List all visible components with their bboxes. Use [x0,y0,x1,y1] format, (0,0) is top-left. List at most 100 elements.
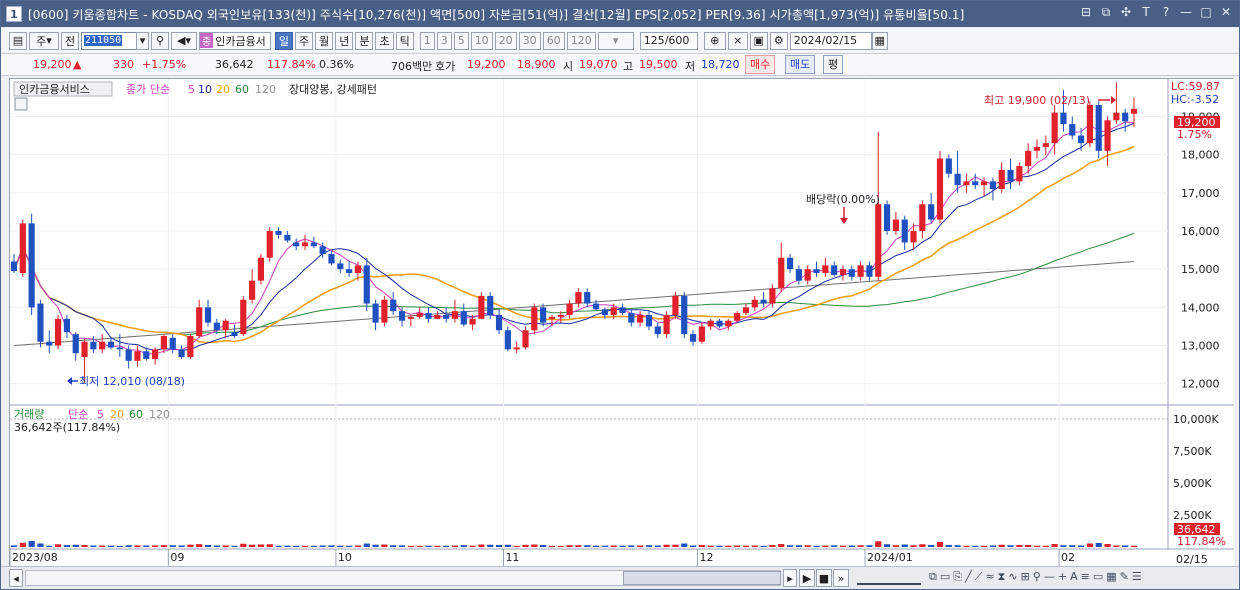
compare-icon[interactable]: ⧉ [929,570,937,584]
frame-icon[interactable]: ▭ [1093,570,1103,584]
volume-legend-ma[interactable]: 단순 [68,408,88,421]
candle-body [451,311,459,319]
candle-body [848,269,855,277]
chart-svg[interactable]: 19,00018,00017,00016,00015,00014,00013,0… [9,79,1234,567]
restore-layout-icon[interactable]: ⧉ [1099,5,1113,20]
candle-body [284,234,291,241]
maximize-icon[interactable]: □ [1199,5,1213,20]
interval-dropdown[interactable]: ▾ [597,31,634,50]
volume-bar [363,543,370,547]
volume-summary: 36,642주(117.84%) [14,421,120,434]
candle-body [769,288,776,304]
layout-icon[interactable]: ⊟ [1079,5,1093,20]
title-bar[interactable]: 1 [0600] 키움종합차트 - KOSDAQ 외국인보유[133(천)] 주… [1,1,1239,27]
curve-icon[interactable]: ∿ [1008,570,1017,584]
volume-legend-name[interactable]: 거래량 [14,408,44,421]
interval-20[interactable]: 20 [494,31,517,50]
pin-icon[interactable]: ✣ [1119,5,1133,20]
stock-name-box[interactable]: 종 인카금융서 [199,31,271,50]
text-size-icon[interactable]: T [1139,5,1153,20]
volume-bar [822,545,829,547]
hc-value: HC:-3.52 [1171,93,1219,106]
plus-icon[interactable]: + [1058,570,1067,584]
fib-icon[interactable]: ≈ [985,570,994,584]
close-icon[interactable]: ✕ [1219,5,1233,20]
settings-icon[interactable]: ☰ [1132,570,1142,584]
period-second[interactable]: 초 [375,31,394,50]
measure-icon[interactable]: ⊞ [1021,570,1030,584]
volume-bar [99,545,106,547]
gear-icon[interactable]: ⚙ [769,31,788,50]
help-icon[interactable]: ? [1159,5,1173,20]
candle-body [540,307,547,323]
code-dropdown-icon[interactable]: ▾ [136,31,149,50]
zoom-slider[interactable] [857,571,921,585]
text-icon[interactable]: A [1070,570,1078,584]
scrollbar-track[interactable] [25,570,781,586]
candle-body [425,313,432,319]
play-icon[interactable]: ▶ [799,569,815,587]
evaluate-button[interactable]: 평 [823,55,844,74]
chart-area[interactable]: 19,00018,00017,00016,00015,00014,00013,0… [9,78,1234,567]
prev-button[interactable]: 전 [61,31,79,50]
last-volume-pct: 117.84% [1177,535,1226,548]
scrollbar-thumb[interactable] [623,571,781,585]
line-tool-icon[interactable]: ⟋ [975,570,983,584]
volume-tick-label: 10,000K [1173,413,1219,426]
fast-forward-icon[interactable]: » [833,569,849,587]
chart-list-icon[interactable]: ▤ [9,31,27,50]
stop-icon[interactable]: ■ [816,569,832,587]
interval-120[interactable]: 120 [566,31,596,50]
box-icon[interactable]: ▭ [940,570,950,584]
zoom-icon[interactable]: ⚲ [1033,570,1041,584]
count-input[interactable]: 125/600 [639,31,698,50]
interval-60[interactable]: 60 [542,31,565,50]
period-week[interactable]: 주 [294,31,314,50]
brush-icon[interactable]: ✎ [1120,570,1129,584]
volume-bar [645,545,653,547]
legend-ma-label[interactable]: 종가 단순 [126,83,170,96]
calendar-icon[interactable]: ▦ [871,31,888,50]
interval-3[interactable]: 3 [436,31,452,50]
period-minute[interactable]: 분 [355,31,374,50]
volume-bar [910,545,917,547]
table-icon[interactable] [14,97,28,111]
scroll-right-icon[interactable]: ▸ [783,569,797,587]
speaker-icon[interactable]: ◀▾ [171,31,197,50]
scroll-left-icon[interactable]: ◂ [9,569,23,587]
interval-1[interactable]: 1 [419,31,435,50]
volume-bar [81,545,88,547]
minus-icon[interactable]: — [1044,570,1055,584]
indicator-icon[interactable]: ⨯ [727,31,748,50]
candle-body [857,265,864,277]
date-input[interactable]: 2024/02/15 [789,31,872,50]
candle-body [354,265,362,273]
sell-button[interactable]: 매도 [785,55,816,74]
volume-bar [504,544,511,547]
trend-icon[interactable]: ╱ [965,570,972,584]
period-year[interactable]: 년 [335,31,354,50]
legend-stock-name[interactable]: 인카금융서비스 [19,83,90,96]
volume-tick-label: 5,000K [1173,477,1212,490]
candle-body [980,181,988,186]
type-select[interactable]: 주 ▾ [29,31,59,50]
save-icon[interactable]: ▣ [749,31,768,50]
buy-button[interactable]: 매수 [745,55,776,74]
candle-body [240,299,247,335]
channel-icon[interactable]: ⧗ [998,570,1006,584]
candle-body [1095,105,1102,151]
interval-5[interactable]: 5 [453,31,469,50]
period-month[interactable]: 월 [315,31,334,50]
period-tick[interactable]: 틱 [395,31,414,50]
interval-10[interactable]: 10 [470,31,493,50]
interval-30[interactable]: 30 [518,31,541,50]
volume-bar [107,545,115,547]
cross-tool-icon[interactable]: ⊕ [703,31,726,50]
menu-icon[interactable]: ≡ [1081,570,1090,584]
copy-icon[interactable]: ⎘ [953,570,962,584]
period-day[interactable]: 일 [274,31,293,50]
search-icon[interactable]: ⚲ [151,31,169,50]
minimize-icon[interactable]: — [1179,5,1193,20]
stock-code-input[interactable]: 211050 [81,31,137,50]
grid-icon[interactable]: ▦ [1106,570,1116,584]
